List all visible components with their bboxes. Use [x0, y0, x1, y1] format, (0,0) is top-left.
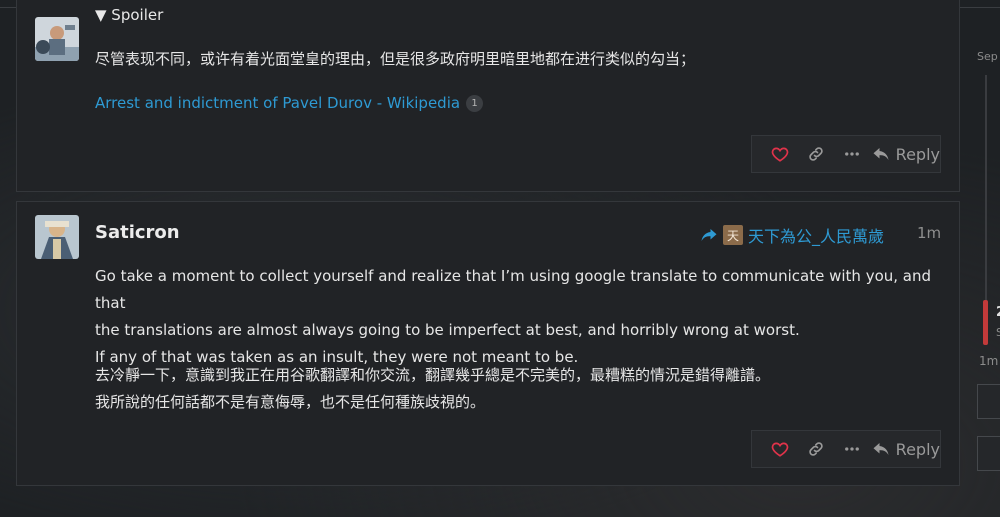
post-2: Saticron 天 天下為公_人民萬歲 1m Go take a moment… [16, 201, 960, 486]
share-arrow-icon [701, 229, 717, 241]
text-line: Go take a moment to collect yourself and… [95, 267, 932, 312]
wikipedia-link[interactable]: Arrest and indictment of Pavel Durov - W… [95, 94, 484, 112]
text-line: the translations are almost always going… [95, 321, 800, 339]
reply-label: Reply [895, 144, 940, 164]
link-click-count: 1 [466, 94, 484, 112]
text-line: 去冷靜一下，意識到我正在用谷歌翻譯和你交流，翻譯幾乎總是不完美的，最糟糕的情況是… [95, 366, 771, 384]
post-paragraph-en: Go take a moment to collect yourself and… [95, 263, 959, 371]
like-button[interactable] [762, 434, 798, 464]
post-paragraph: 尽管表现不同，或许有着光面堂皇的理由，但是很多政府明里暗里地都在进行类似的勾当； [95, 50, 696, 68]
link-icon [809, 147, 823, 161]
copy-link-button[interactable] [798, 139, 834, 169]
post-actions: Reply [751, 135, 941, 173]
timeline-button[interactable] [977, 384, 1000, 419]
heart-icon [771, 442, 789, 457]
more-icon [844, 447, 859, 451]
reply-to-user[interactable]: 天 天下為公_人民萬歲 [700, 223, 884, 247]
link-icon [809, 442, 823, 456]
post-paragraph-zh: 去冷靜一下，意識到我正在用谷歌翻譯和你交流，翻譯幾乎總是不完美的，最糟糕的情況是… [95, 362, 770, 416]
timeline-end-date[interactable]: 1m [979, 354, 998, 368]
heart-icon [771, 147, 789, 162]
more-button[interactable] [834, 139, 870, 169]
reply-to-username[interactable]: 天下為公_人民萬歲 [748, 223, 884, 247]
spoiler-toggle[interactable]: ▼ Spoiler [95, 6, 163, 24]
timeline-start-date[interactable]: Sep [977, 50, 998, 63]
avatar[interactable] [35, 17, 79, 61]
reply-to-avatar: 天 [723, 225, 743, 245]
link-text[interactable]: Arrest and indictment of Pavel Durov - W… [95, 94, 460, 112]
post-1: ▼ Spoiler 尽管表现不同，或许有着光面堂皇的理由，但是很多政府明里暗里地… [16, 0, 960, 192]
reply-label: Reply [895, 439, 940, 459]
post-time[interactable]: 1m [917, 224, 941, 242]
timeline-button[interactable] [977, 436, 1000, 471]
copy-link-button[interactable] [798, 434, 834, 464]
post-actions: Reply [751, 430, 941, 468]
timeline-current-date: S [996, 326, 1000, 339]
timeline-current-post: 2 [996, 305, 1000, 320]
more-icon [844, 152, 859, 156]
post-author[interactable]: Saticron [95, 222, 180, 243]
text-line: 我所說的任何話都不是有意侮辱，也不是任何種族歧視的。 [95, 393, 486, 411]
reply-arrow-icon [873, 148, 889, 160]
like-button[interactable] [762, 139, 798, 169]
timeline-handle[interactable] [983, 300, 988, 345]
avatar[interactable] [35, 215, 79, 259]
reply-arrow-icon [873, 443, 889, 455]
reply-button[interactable]: Reply [872, 440, 940, 459]
more-button[interactable] [834, 434, 870, 464]
reply-button[interactable]: Reply [872, 145, 940, 164]
